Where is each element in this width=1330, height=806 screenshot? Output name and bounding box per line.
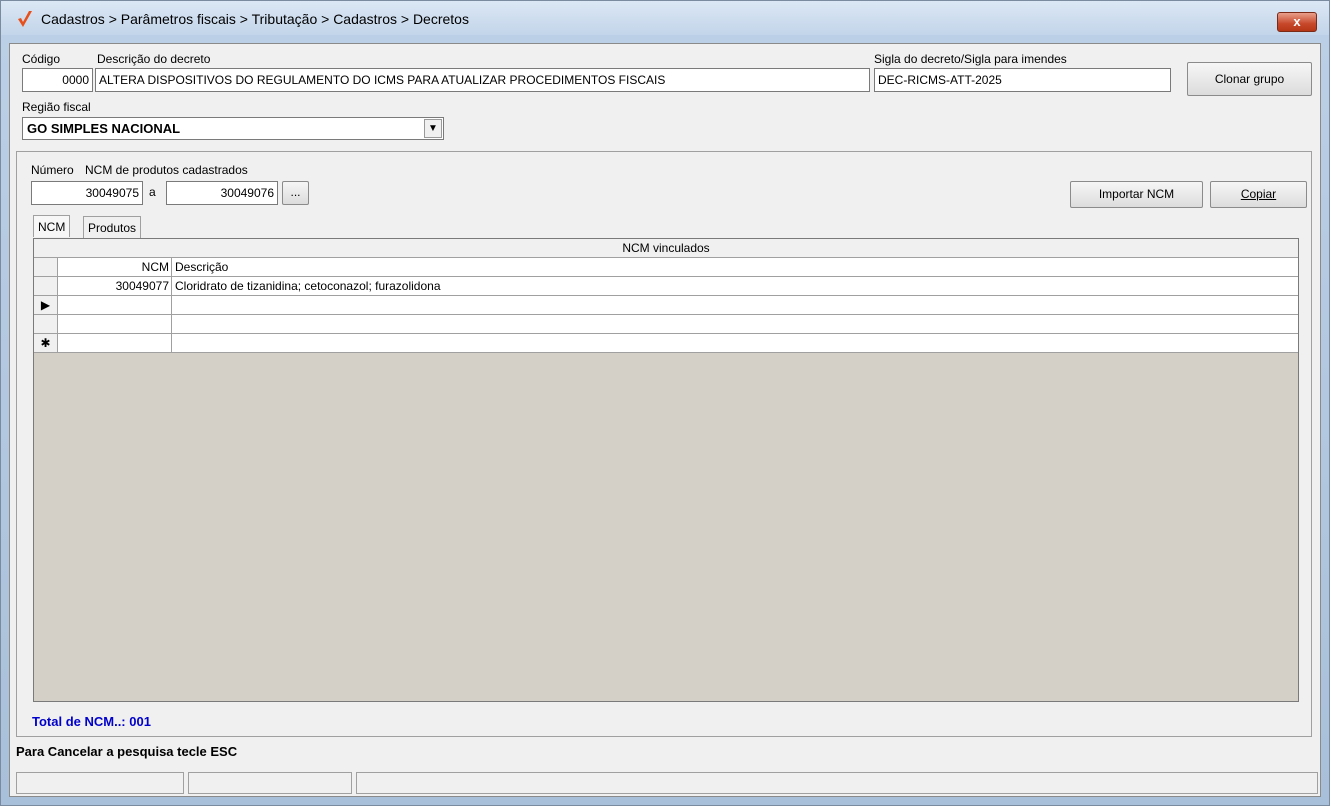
ncm-cell[interactable]: 30049077 <box>58 277 172 295</box>
regiao-label: Região fiscal <box>22 100 91 114</box>
ncm-cell[interactable] <box>58 315 172 333</box>
grid-header-row: NCM Descrição <box>34 258 1298 277</box>
col-descricao-header: Descrição <box>172 258 1298 276</box>
clonar-grupo-button[interactable]: Clonar grupo <box>1187 62 1312 96</box>
descricao-field[interactable]: ALTERA DISPOSITIVOS DO REGULAMENTO DO IC… <box>95 68 870 92</box>
range-separator: a <box>149 185 156 199</box>
grid-title: NCM vinculados <box>34 239 1298 258</box>
table-row[interactable]: ✱ <box>34 334 1298 353</box>
status-panel <box>188 772 352 794</box>
codigo-field[interactable]: 0000 <box>22 68 93 92</box>
sigla-field[interactable]: DEC-RICMS-ATT-2025 <box>874 68 1171 92</box>
descricao-cell[interactable] <box>172 296 1298 314</box>
regiao-value: GO SIMPLES NACIONAL <box>27 121 181 136</box>
status-panel <box>16 772 184 794</box>
esc-hint: Para Cancelar a pesquisa tecle ESC <box>16 744 238 759</box>
ncm-cell[interactable] <box>58 334 172 352</box>
table-row[interactable] <box>34 315 1298 334</box>
ncm-cadastrados-label: NCM de produtos cadastrados <box>85 163 248 177</box>
close-icon: x <box>1293 14 1301 29</box>
numero-label: Número <box>31 163 74 177</box>
ncm-from-field[interactable]: 30049075 <box>31 181 143 205</box>
ncm-grid: NCM vinculados NCM Descrição 30049077 Cl… <box>33 238 1299 702</box>
tab-ncm[interactable]: NCM <box>33 215 71 237</box>
descricao-cell[interactable] <box>172 315 1298 333</box>
row-indicator <box>34 315 58 333</box>
current-row-icon: ▶ <box>34 296 58 314</box>
chevron-down-icon[interactable]: ▼ <box>424 119 442 138</box>
checkmark-icon <box>18 11 32 27</box>
descricao-cell[interactable]: Cloridrato de tizanidina; cetoconazol; f… <box>172 277 1298 295</box>
descricao-cell[interactable] <box>172 334 1298 352</box>
codigo-label: Código <box>22 52 61 66</box>
importar-ncm-button[interactable]: Importar NCM <box>1070 181 1203 208</box>
copiar-button[interactable]: Copiar <box>1210 181 1307 208</box>
tab-produtos[interactable]: Produtos <box>83 216 142 238</box>
row-indicator <box>34 277 58 295</box>
title-bar: Cadastros > Parâmetros fiscais > Tributa… <box>1 1 1329 35</box>
table-row[interactable]: ▶ <box>34 296 1298 315</box>
descricao-label: Descrição do decreto <box>97 52 211 66</box>
col-ncm-header: NCM <box>58 258 172 276</box>
table-row[interactable]: 30049077 Cloridrato de tizanidina; cetoc… <box>34 277 1298 296</box>
browse-button[interactable]: ... <box>282 181 309 205</box>
close-button[interactable]: x <box>1277 12 1317 32</box>
ncm-to-field[interactable]: 30049076 <box>166 181 278 205</box>
new-row-icon: ✱ <box>34 334 58 352</box>
status-panel <box>356 772 1318 794</box>
sigla-label: Sigla do decreto/Sigla para imendes <box>874 52 1067 66</box>
ncm-cell[interactable] <box>58 296 172 314</box>
status-bar <box>16 772 1318 794</box>
window-title: Cadastros > Parâmetros fiscais > Tributa… <box>41 11 469 27</box>
total-ncm-label: Total de NCM..: 001 <box>32 714 151 729</box>
regiao-select[interactable]: GO SIMPLES NACIONAL ▼ <box>22 117 444 140</box>
decretos-window: Cadastros > Parâmetros fiscais > Tributa… <box>0 0 1330 806</box>
client-area: Código Descrição do decreto Sigla do dec… <box>9 43 1321 797</box>
row-indicator-header <box>34 258 58 276</box>
